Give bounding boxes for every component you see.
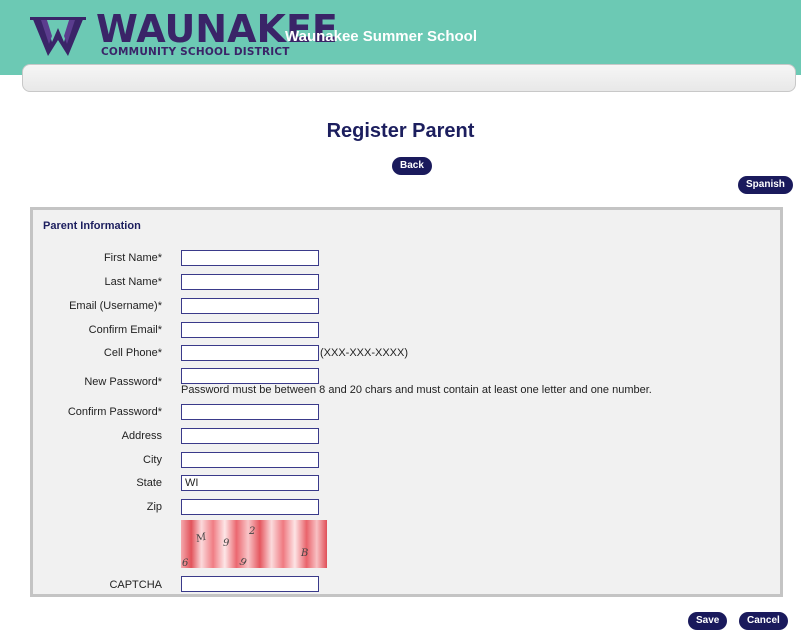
email-field[interactable] xyxy=(181,298,319,314)
zip-label: Zip xyxy=(146,501,162,513)
captcha-field[interactable] xyxy=(181,576,319,592)
back-button[interactable]: Back xyxy=(392,157,432,175)
cell-phone-field[interactable] xyxy=(181,345,319,361)
first-name-label: First Name* xyxy=(103,252,162,264)
cancel-button[interactable]: Cancel xyxy=(739,612,788,630)
waunakee-logo-icon xyxy=(30,17,86,56)
section-title: Parent Information xyxy=(43,220,141,232)
captcha-char: 6 xyxy=(182,558,189,568)
cell-phone-label: Cell Phone* xyxy=(103,347,162,359)
app-title[interactable]: Waunakee Summer School xyxy=(285,28,477,45)
page-title: Register Parent xyxy=(326,120,475,142)
first-name-field[interactable] xyxy=(181,250,319,266)
cell-phone-format-hint: (XXX-XXX-XXXX) xyxy=(320,347,409,359)
save-button[interactable]: Save xyxy=(688,612,728,630)
parent-information-panel: Parent Information First Name* Last Name… xyxy=(30,207,783,597)
captcha-char: 9 xyxy=(223,538,230,549)
address-label: Address xyxy=(121,430,162,442)
password-rules-hint: Password must be between 8 and 20 chars … xyxy=(181,384,652,396)
captcha-char: 2 xyxy=(248,526,255,537)
last-name-label: Last Name* xyxy=(104,276,162,288)
state-label: State xyxy=(136,477,162,489)
city-field[interactable] xyxy=(181,452,319,468)
new-password-label: New Password* xyxy=(84,376,162,388)
last-name-field[interactable] xyxy=(181,274,319,290)
state-field[interactable] xyxy=(181,475,319,491)
captcha-char: B xyxy=(300,548,308,559)
captcha-label: CAPTCHA xyxy=(109,579,162,591)
email-label: Email (Username)* xyxy=(69,300,162,312)
logo-subtext: COMMUNITY SCHOOL DISTRICT xyxy=(101,46,290,58)
new-password-field[interactable] xyxy=(181,368,319,384)
city-label: City xyxy=(143,454,162,466)
spanish-button[interactable]: Spanish xyxy=(738,176,793,194)
captcha-image: M 9 2 B 6 9 xyxy=(181,520,327,568)
nav-bar xyxy=(22,64,796,92)
confirm-email-field[interactable] xyxy=(181,322,319,338)
zip-field[interactable] xyxy=(181,499,319,515)
confirm-password-label: Confirm Password* xyxy=(67,406,162,418)
address-field[interactable] xyxy=(181,428,319,444)
confirm-password-field[interactable] xyxy=(181,404,319,420)
confirm-email-label: Confirm Email* xyxy=(88,324,162,336)
